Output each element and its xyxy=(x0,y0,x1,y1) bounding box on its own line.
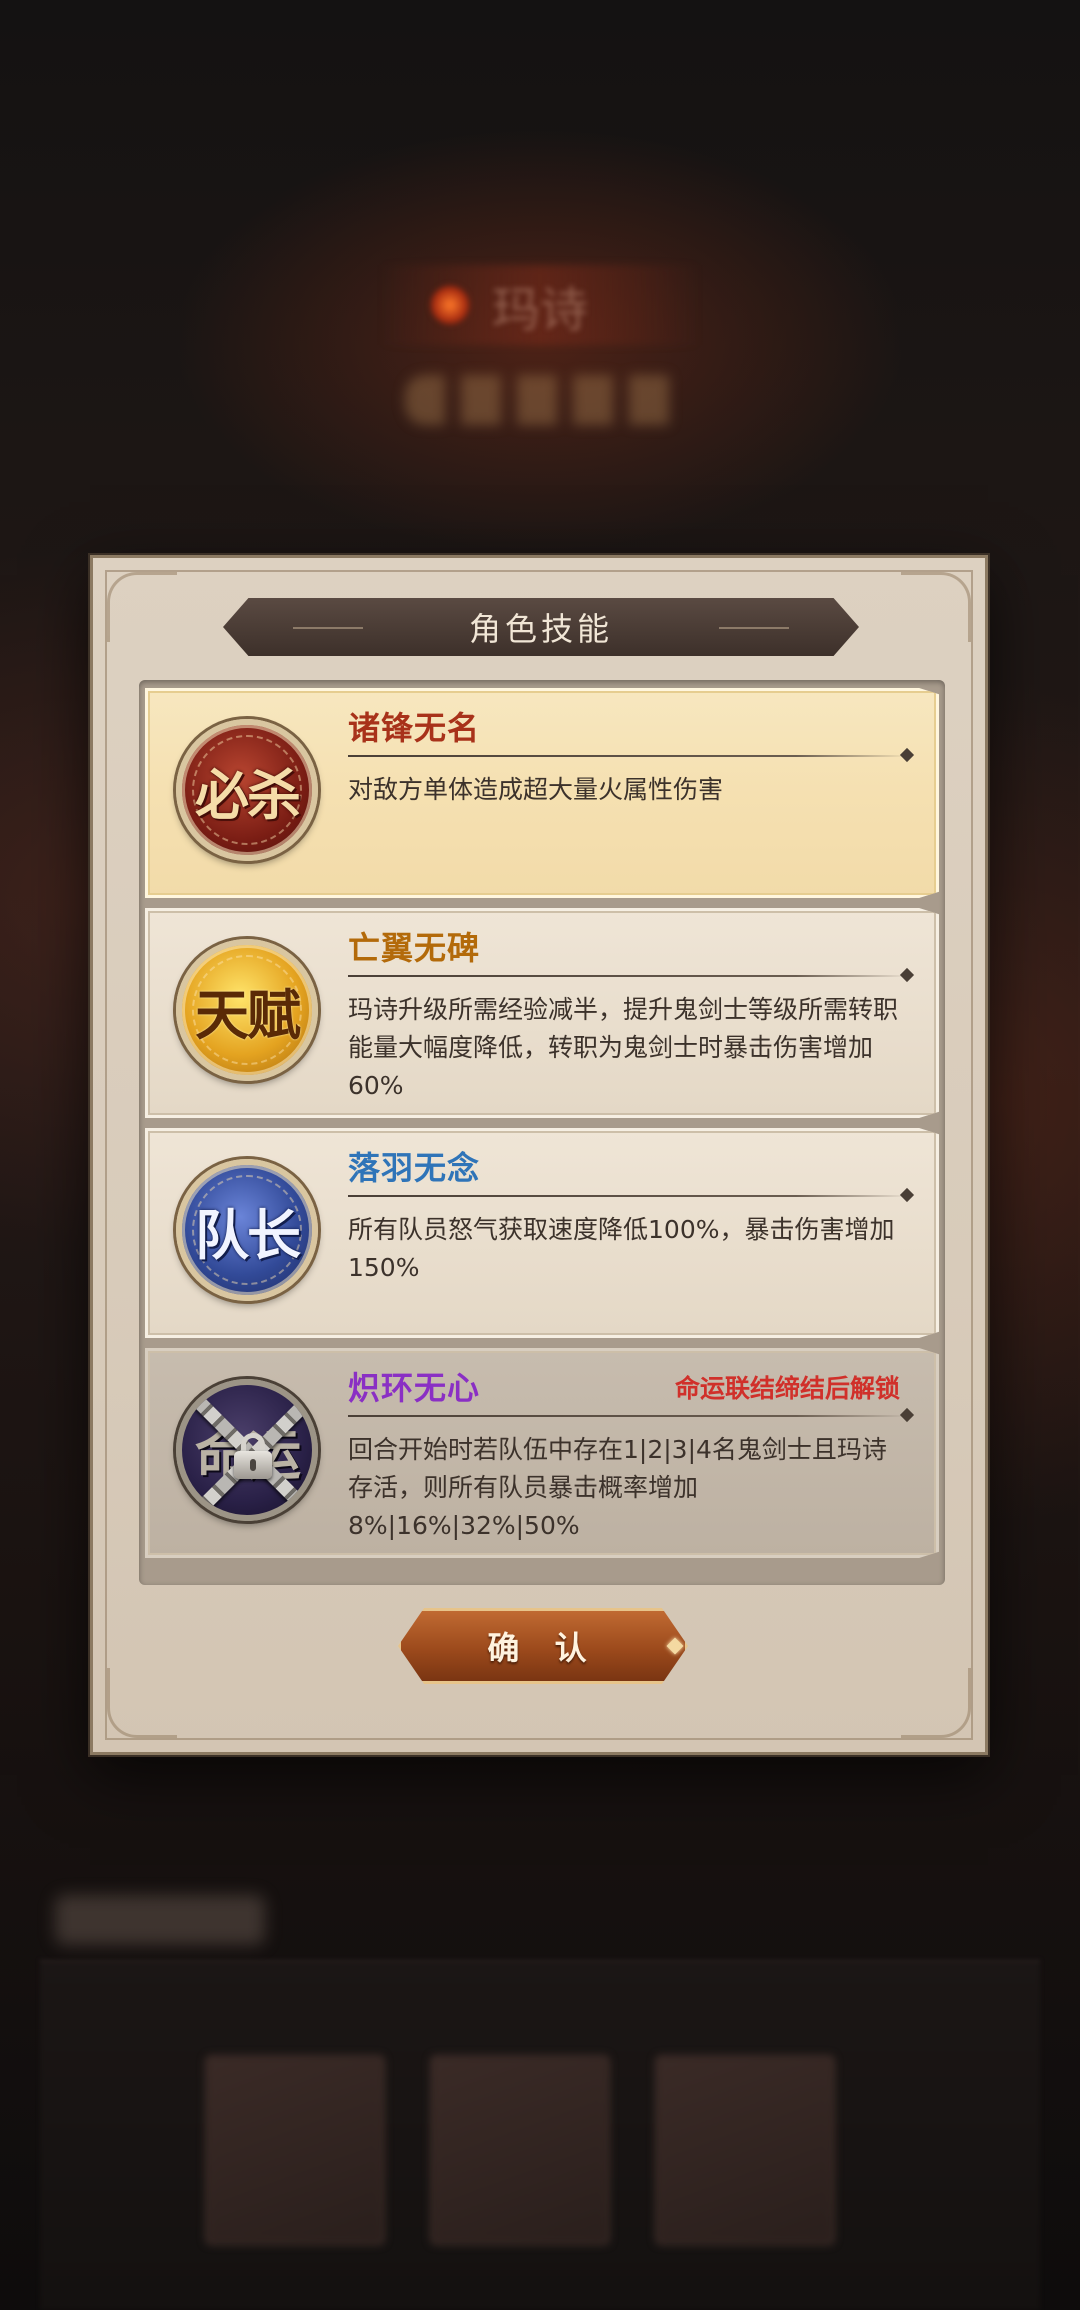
skill-divider xyxy=(348,1195,908,1197)
skill-divider xyxy=(348,1415,908,1417)
skill-dialog: 角色技能 必杀 诸锋无名 对敌方单体造成超大量火属性伤害 天赋 亡翼无碑 玛诗升… xyxy=(90,555,988,1755)
skill-name: 落羽无念 xyxy=(348,1149,481,1187)
background-star-rating xyxy=(405,375,685,425)
dialog-title: 角色技能 xyxy=(468,610,613,648)
dialog-corner-ornament xyxy=(107,572,177,642)
confirm-button[interactable]: 确 认 xyxy=(398,1608,688,1684)
skill-card-captain[interactable]: 队长 落羽无念 所有队员怒气获取速度降低100%，暴击伤害增加150% xyxy=(145,1128,939,1338)
dialog-corner-ornament xyxy=(901,572,971,642)
background-equipment-slot xyxy=(655,2055,835,2245)
skill-badge: 必杀 xyxy=(195,762,301,827)
background-equipment-slot xyxy=(205,2055,385,2245)
fate-medal-locked-icon: 命运 xyxy=(176,1379,318,1521)
title-flourish-right xyxy=(719,627,789,629)
background-equipment-slot xyxy=(430,2055,610,2245)
skill-description: 对敌方单体造成超大量火属性伤害 xyxy=(348,775,724,804)
unlock-condition: 命运联结缔结后解锁 xyxy=(674,1374,900,1403)
background-character-name: 玛诗 xyxy=(491,282,588,338)
skill-badge: 天赋 xyxy=(195,982,301,1047)
skill-name: 炽环无心 xyxy=(348,1369,481,1407)
skill-card-talent[interactable]: 天赋 亡翼无碑 玛诗升级所需经验减半，提升鬼剑士等级所需转职能量大幅度降低，转职… xyxy=(145,908,939,1118)
skill-card-ultimate[interactable]: 必杀 诸锋无名 对敌方单体造成超大量火属性伤害 xyxy=(145,688,939,898)
captain-medal-icon: 队长 xyxy=(176,1159,318,1301)
dialog-title-bar: 角色技能 xyxy=(223,598,859,656)
skill-badge: 队长 xyxy=(195,1202,301,1267)
skill-name: 诸锋无名 xyxy=(348,709,481,747)
skill-description: 玛诗升级所需经验减半，提升鬼剑士等级所需转职能量大幅度降低，转职为鬼剑士时暴击伤… xyxy=(348,995,899,1100)
skill-card-fate[interactable]: 命运 炽环无心 命运联结缔结后解锁 回合开始时若队伍中存在1|2|3|4名鬼剑士… xyxy=(145,1348,939,1558)
skill-description: 回合开始时若队伍中存在1|2|3|4名鬼剑士且玛诗存活，则所有队员暴击概率增加8… xyxy=(348,1435,887,1540)
skill-divider xyxy=(348,975,908,977)
confirm-button-label: 确 认 xyxy=(487,1629,599,1667)
skill-description: 所有队员怒气获取速度降低100%，暴击伤害增加150% xyxy=(348,1215,895,1282)
dialog-corner-ornament xyxy=(107,1668,177,1738)
title-flourish-left xyxy=(293,627,363,629)
skill-name: 亡翼无碑 xyxy=(348,929,481,967)
lock-icon xyxy=(234,1433,272,1479)
ultimate-medal-icon: 必杀 xyxy=(176,719,318,861)
background-section-title xyxy=(55,1895,265,1945)
skill-divider xyxy=(348,755,908,757)
dialog-corner-ornament xyxy=(901,1668,971,1738)
talent-medal-icon: 天赋 xyxy=(176,939,318,1081)
